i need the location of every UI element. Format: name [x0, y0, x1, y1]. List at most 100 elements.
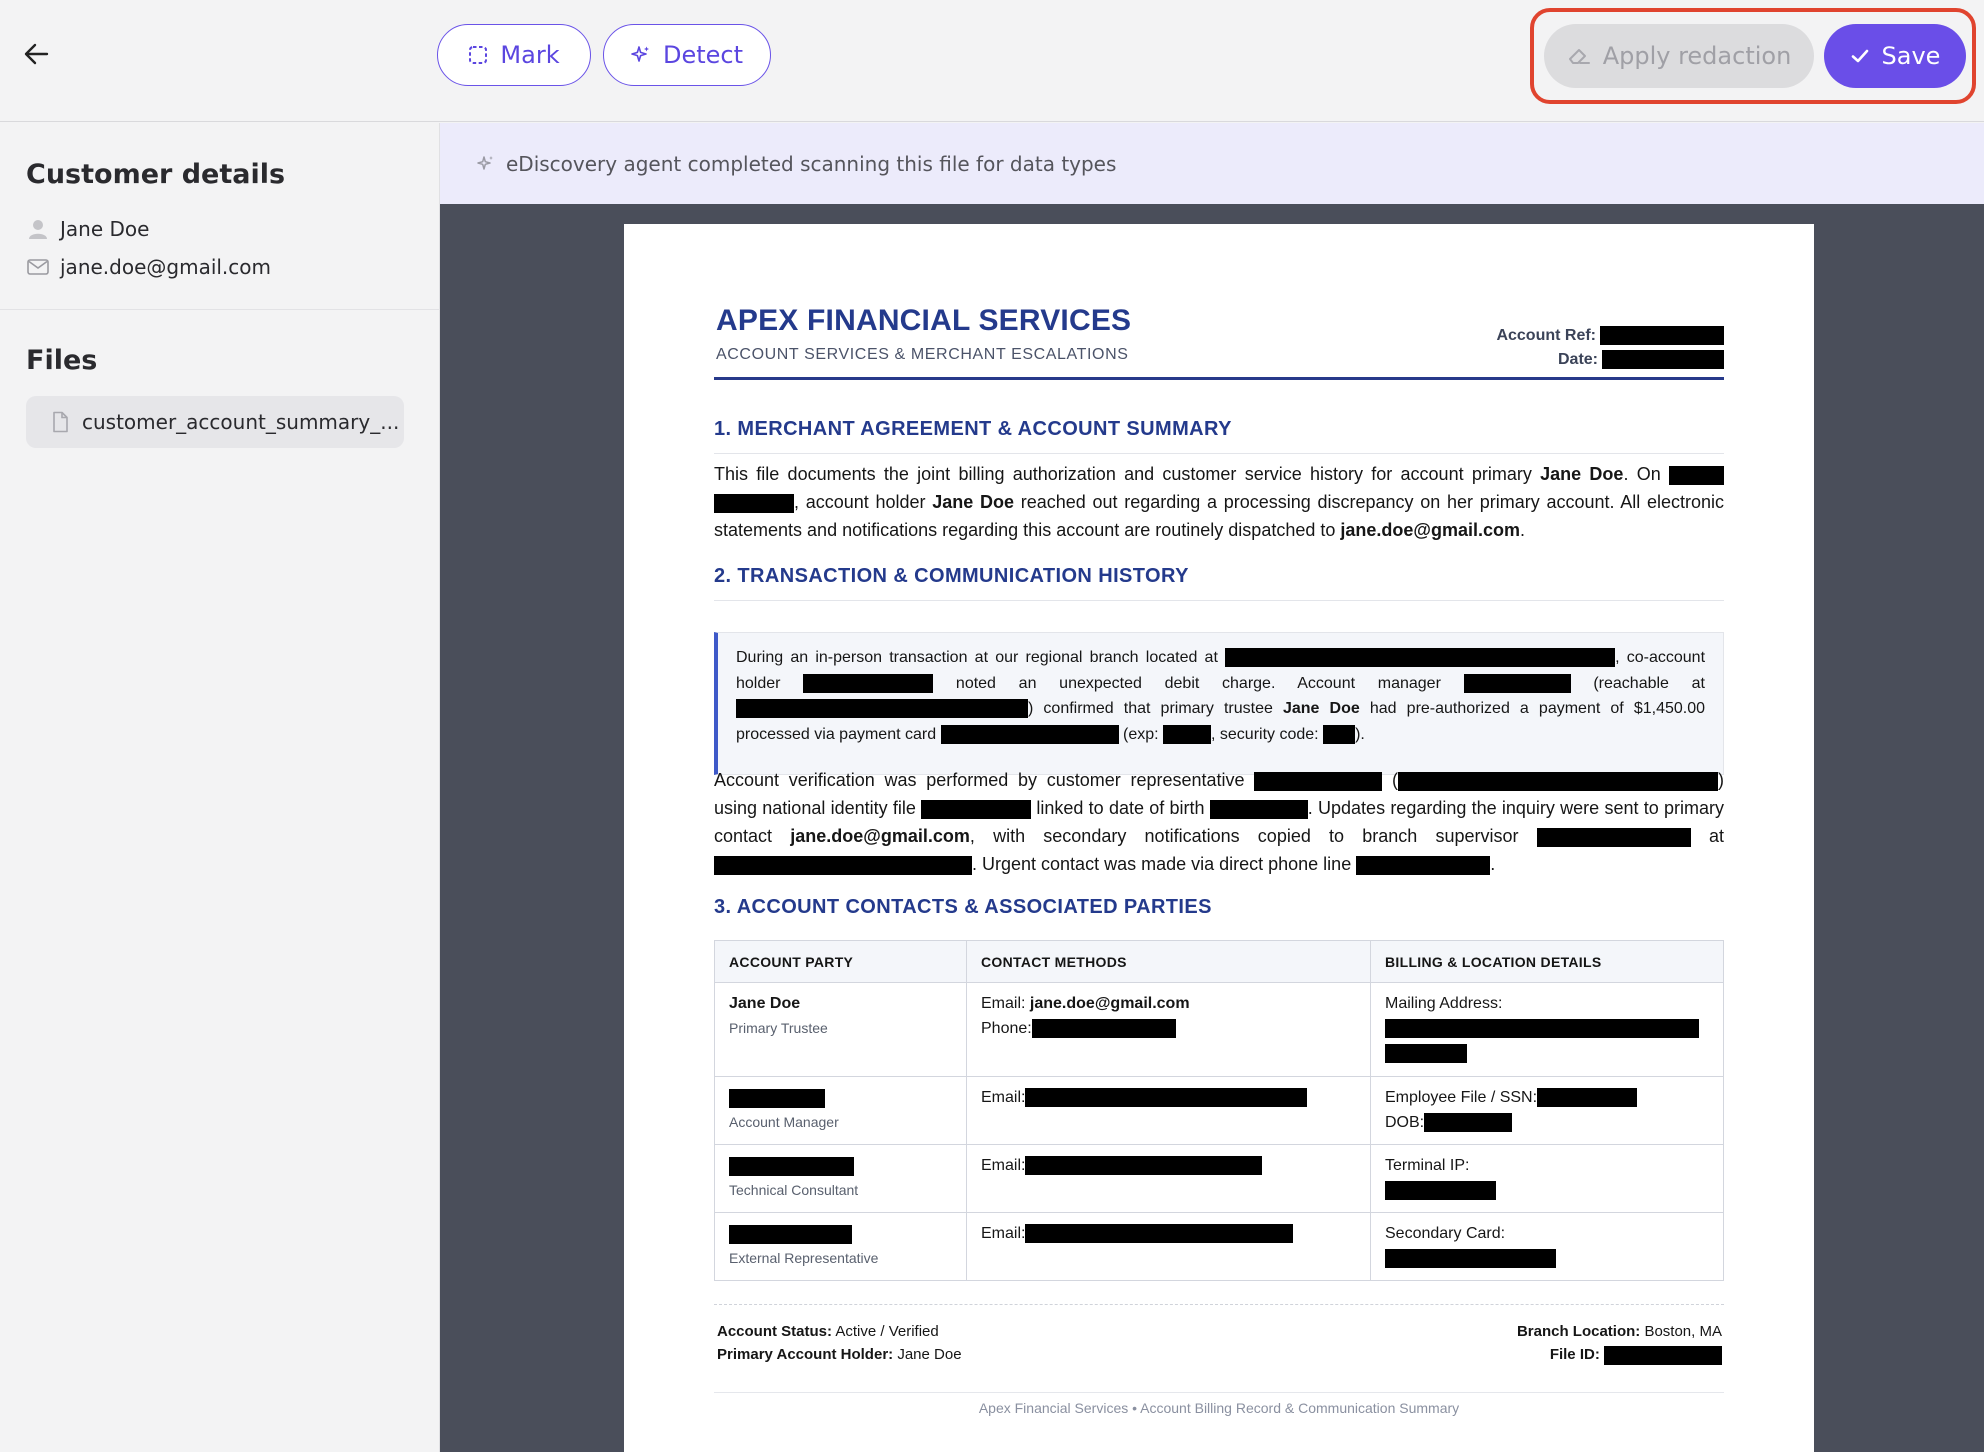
- redaction-box[interactable]: [1385, 1249, 1556, 1269]
- sidebar-divider: [0, 309, 440, 310]
- redaction-box[interactable]: [940, 724, 1119, 744]
- name-text: Jane Doe: [1540, 464, 1624, 484]
- redaction-box[interactable]: [714, 493, 794, 513]
- redaction-box[interactable]: [1031, 1019, 1176, 1039]
- redaction-box[interactable]: [1025, 1088, 1308, 1108]
- redaction-box[interactable]: [729, 1089, 825, 1109]
- customer-details-section: Customer details Jane Doe jane.doe@gmail…: [0, 123, 439, 286]
- detect-button[interactable]: Detect: [603, 24, 771, 86]
- redaction-box[interactable]: [1463, 673, 1571, 693]
- footer-note: Apex Financial Services • Account Billin…: [978, 1400, 1460, 1416]
- branch-label: Branch Location:: [1516, 1323, 1641, 1340]
- scan-status-banner: eDiscovery agent completed scanning this…: [440, 123, 1984, 204]
- redaction-box[interactable]: [1163, 724, 1212, 744]
- detail-label: Terminal IP:: [1385, 1157, 1470, 1174]
- footer-divider: [714, 1304, 1724, 1305]
- email-text: jane.doe@gmail.com: [1029, 995, 1190, 1012]
- redaction-box[interactable]: [1356, 855, 1491, 875]
- apply-redaction-label: Apply redaction: [1602, 42, 1792, 70]
- back-button[interactable]: [18, 36, 54, 72]
- party-cell: Account Manager: [714, 1076, 967, 1145]
- detail-cell: Mailing Address:: [1370, 982, 1724, 1077]
- redaction-box[interactable]: [1025, 1224, 1294, 1244]
- table-header-row: ACCOUNT PARTY CONTACT METHODS BILLING & …: [714, 940, 1724, 983]
- document-viewer[interactable]: APEX FINANCIAL SERVICES ACCOUNT SERVICES…: [440, 204, 1984, 1452]
- doc-date: Date:: [1558, 350, 1724, 369]
- detail-cell: Employee File / SSN: DOB:: [1370, 1076, 1724, 1145]
- redaction-box[interactable]: [1225, 648, 1616, 668]
- section-3-heading: 3. ACCOUNT CONTACTS & ASSOCIATED PARTIES: [714, 896, 1212, 918]
- column-header: CONTACT METHODS: [966, 940, 1371, 983]
- mark-label: Mark: [500, 41, 560, 69]
- redaction-box[interactable]: [1398, 771, 1718, 791]
- contact-cell: Email: jane.doe@gmail.com Phone:: [966, 982, 1371, 1077]
- email-label: Email:: [981, 1157, 1026, 1174]
- text-run: (exp:: [1118, 725, 1164, 743]
- redaction-box[interactable]: [1536, 827, 1691, 847]
- redaction-box[interactable]: [1385, 1181, 1496, 1201]
- detail-cell: Secondary Card:: [1370, 1212, 1724, 1281]
- detail-cell: Terminal IP:: [1370, 1144, 1724, 1213]
- redaction-box[interactable]: [1537, 1088, 1638, 1108]
- parties-table: ACCOUNT PARTY CONTACT METHODS BILLING & …: [714, 940, 1724, 1281]
- redaction-box[interactable]: [1604, 1345, 1722, 1365]
- holder-value: Jane Doe: [897, 1346, 962, 1363]
- phone-label: Phone:: [981, 1020, 1032, 1037]
- text-run: ) confirmed that primary trustee: [1028, 700, 1283, 717]
- party-role: Technical Consultant: [729, 1182, 859, 1198]
- redaction-box[interactable]: [1600, 326, 1724, 345]
- contact-cell: Email:: [966, 1076, 1371, 1145]
- status-label: Account Status:: [717, 1323, 833, 1340]
- files-title: Files: [26, 345, 98, 376]
- party-role: External Representative: [729, 1250, 879, 1266]
- company-name: APEX FINANCIAL SERVICES: [716, 304, 1132, 337]
- redaction-box[interactable]: [1254, 771, 1383, 791]
- save-button[interactable]: Save: [1824, 24, 1966, 88]
- redaction-box[interactable]: [729, 1225, 852, 1245]
- sparkle-icon: [631, 46, 649, 62]
- name-text: Jane Doe: [1282, 700, 1360, 717]
- text-run: . Urgent contact was made via direct pho…: [972, 854, 1357, 874]
- redaction-box[interactable]: [1602, 350, 1724, 369]
- redaction-box[interactable]: [1424, 1113, 1513, 1133]
- redaction-box[interactable]: [1209, 799, 1308, 819]
- text-run: . On: [1623, 464, 1669, 484]
- customer-name: Jane Doe: [60, 217, 150, 241]
- arrow-left-icon: [24, 43, 49, 65]
- party-cell: Jane Doe Primary Trustee: [714, 982, 967, 1077]
- mark-button[interactable]: Mark: [437, 24, 591, 86]
- text-run: noted an unexpected debit charge. Accoun…: [933, 674, 1464, 692]
- text-run: This file documents the joint billing au…: [714, 464, 1541, 484]
- file-id-label: File ID:: [1549, 1346, 1600, 1363]
- redaction-box[interactable]: [714, 855, 972, 875]
- redaction-box[interactable]: [1385, 1019, 1699, 1039]
- text-run: (reachable at: [1570, 674, 1705, 692]
- branch-value: Boston, MA: [1644, 1323, 1722, 1340]
- contact-cell: Email:: [966, 1212, 1371, 1281]
- table-row: Jane Doe Primary Trustee Email: jane.doe…: [714, 982, 1724, 1077]
- redaction-box[interactable]: [921, 799, 1032, 819]
- text-run: linked to date of birth: [1031, 798, 1210, 818]
- redaction-box[interactable]: [1385, 1044, 1467, 1064]
- redaction-box[interactable]: [736, 699, 1028, 719]
- text-run: ).: [1355, 725, 1365, 743]
- account-ref: Account Ref:: [1496, 326, 1724, 345]
- selection-square-icon: [469, 46, 488, 64]
- section-2-heading: 2. TRANSACTION & COMMUNICATION HISTORY: [714, 565, 1724, 601]
- file-item[interactable]: customer_account_summary_...: [26, 396, 404, 448]
- files-section: Files customer_account_summary_...: [26, 345, 404, 448]
- account-ref-label: Account Ref:: [1496, 326, 1596, 344]
- redaction-box[interactable]: [1323, 724, 1356, 744]
- check-icon: [1851, 49, 1868, 63]
- text-run: , account holder: [794, 492, 933, 512]
- apply-redaction-button[interactable]: Apply redaction: [1544, 24, 1814, 88]
- redaction-box[interactable]: [729, 1157, 854, 1177]
- redaction-box[interactable]: [1669, 465, 1724, 485]
- redaction-box[interactable]: [803, 673, 934, 693]
- sidebar: Customer details Jane Doe jane.doe@gmail…: [0, 123, 440, 1452]
- redaction-box[interactable]: [1025, 1156, 1263, 1176]
- section-1-paragraph: This file documents the joint billing au…: [714, 460, 1724, 544]
- contact-cell: Email:: [966, 1144, 1371, 1213]
- text-run: .: [1490, 854, 1496, 874]
- party-role: Account Manager: [729, 1114, 839, 1130]
